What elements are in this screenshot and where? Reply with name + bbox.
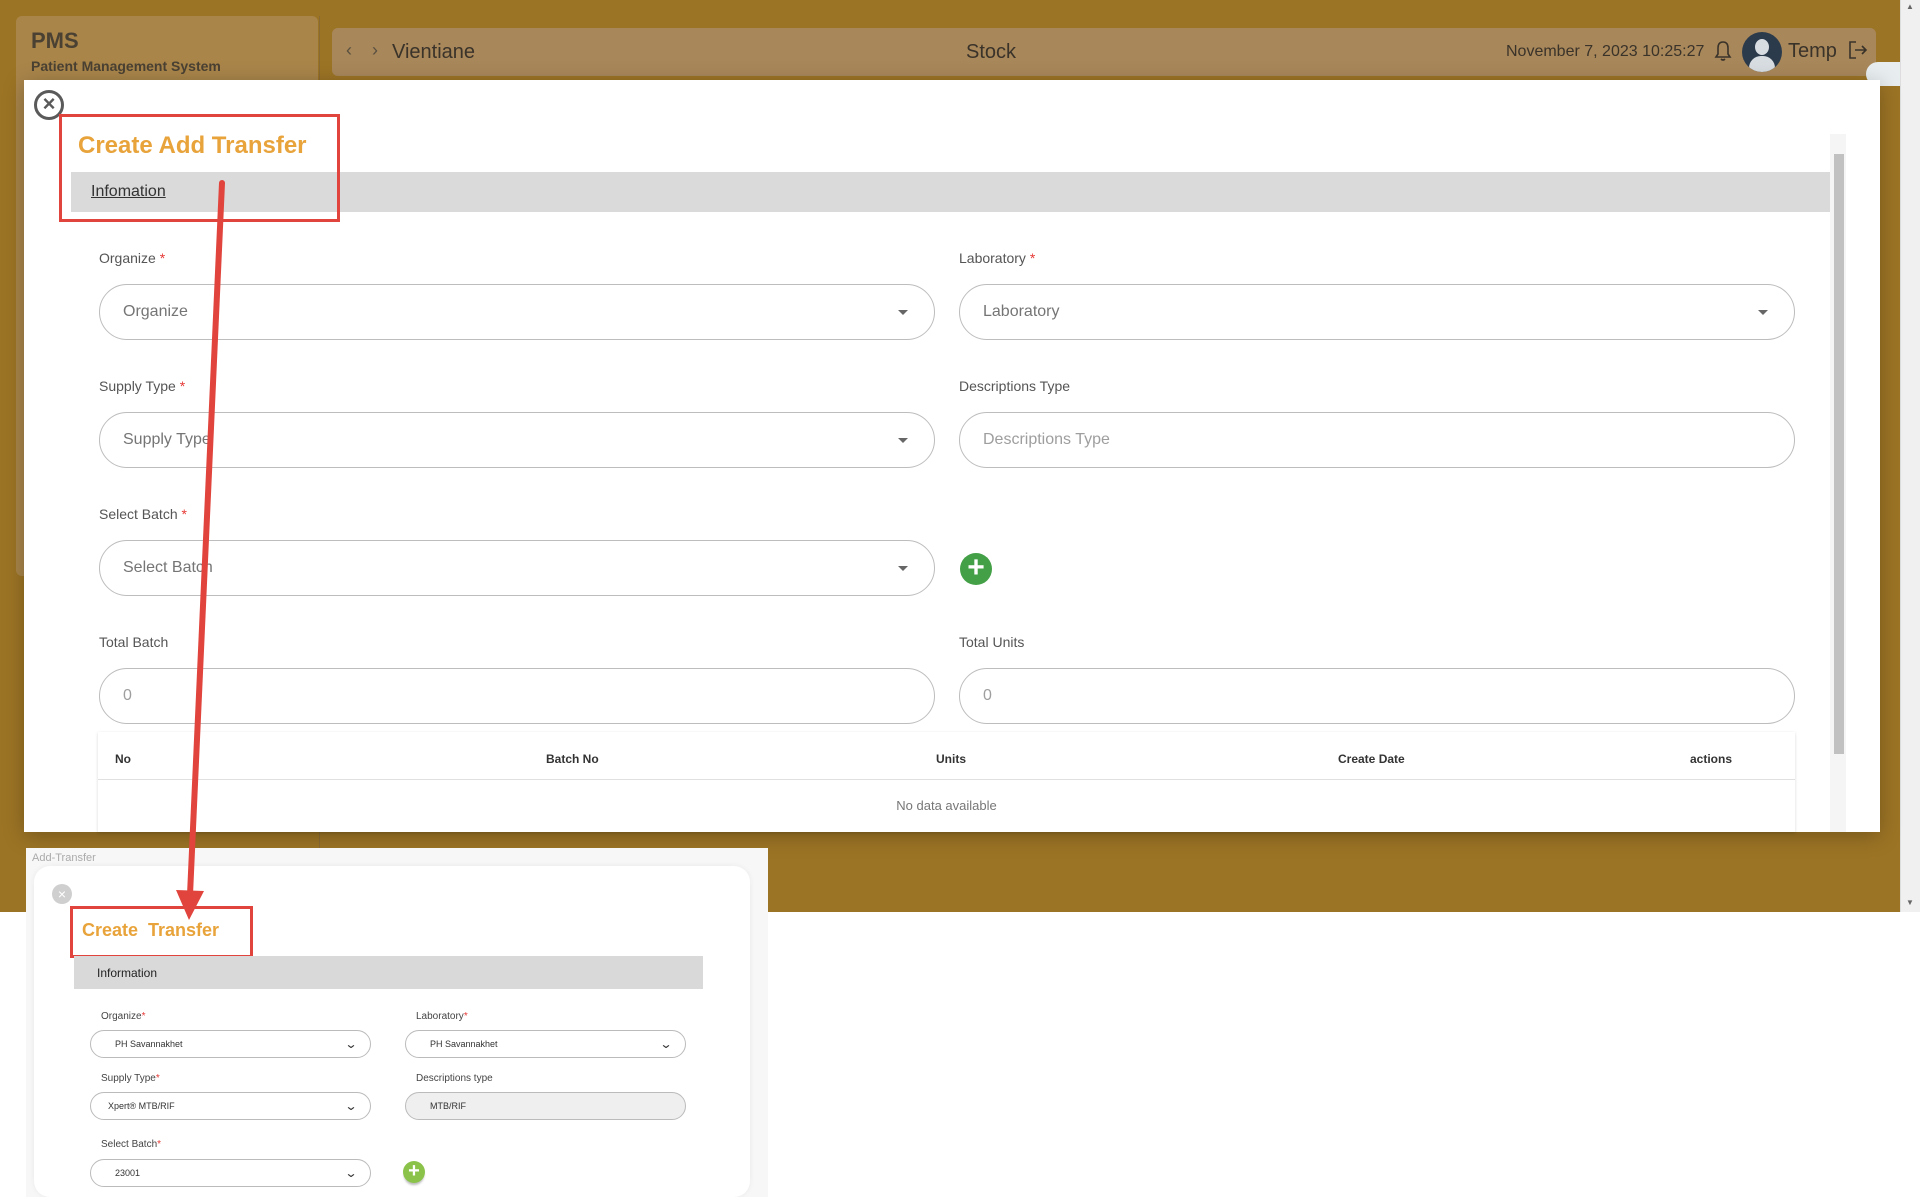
inset-laboratory-select[interactable]: PH Savannakhet ⌄ [405,1030,686,1058]
total-batch-label: Total Batch [99,634,169,650]
page-scrollbar[interactable]: ▲ ▼ [1900,0,1920,912]
inset-tab-bar: Information [74,956,703,989]
organize-select[interactable]: Organize [99,284,935,340]
brand-title: PMS [31,28,79,53]
batch-table: No Batch No Units Create Date actions No… [98,732,1795,832]
plus-icon: + [408,1160,420,1182]
chevron-down-icon: ⌄ [344,1166,358,1180]
logout-icon[interactable] [1848,40,1868,60]
annotation-box [70,906,253,958]
supply-type-select[interactable]: Supply Type [99,412,935,468]
chevron-down-icon: ⌄ [659,1037,673,1051]
table-header[interactable]: Create Date [1338,752,1405,766]
scroll-down-icon[interactable]: ▼ [1906,898,1914,907]
username[interactable]: Temp [1788,40,1837,63]
table-divider [98,779,1795,780]
brand-subtitle: Patient Management System [31,58,221,74]
scrollbar-thumb[interactable] [1834,154,1844,754]
caret-down-icon [898,310,908,315]
datetime: November 7, 2023 10:25:27 [1506,43,1705,60]
laboratory-select[interactable]: Laboratory [959,284,1795,340]
scroll-up-icon[interactable]: ▲ [1906,2,1914,11]
inset-organize-label: Organize* [101,1011,146,1022]
total-batch-input[interactable]: 0 [99,668,935,724]
table-header: actions [1690,752,1733,766]
create-add-transfer-dialog: × Create Add Transfer Infomation Organiz… [24,80,1880,832]
descriptions-type-label: Descriptions Type [959,378,1071,394]
bell-icon[interactable] [1714,40,1732,62]
avatar[interactable] [1742,32,1782,72]
add-batch-button[interactable]: + [960,553,992,585]
descriptions-type-input[interactable]: Descriptions Type [959,412,1795,468]
caret-down-icon [1758,310,1768,315]
chevron-down-icon: ⌄ [344,1037,358,1051]
dialog-scrollbar[interactable] [1830,134,1846,832]
caret-down-icon [898,566,908,571]
inset-supply-type-select[interactable]: Xpert® MTB/RIF ⌄ [90,1092,371,1120]
table-header[interactable]: Units [936,752,966,766]
select-batch-label: Select Batch * [99,506,187,522]
top-bar: ‹ › Vientiane Stock November 7, 2023 10:… [332,28,1876,76]
laboratory-label: Laboratory * [959,250,1036,266]
caret-down-icon [898,438,908,443]
inset-laboratory-label: Laboratory* [416,1011,468,1022]
inset-descriptions-type-input[interactable]: MTB/RIF [405,1092,686,1120]
inset-tag: Add-Transfer [32,852,96,864]
app-window: PMS Patient Management System ‹ › Vienti… [0,0,1920,912]
inset-select-batch-label: Select Batch* [101,1139,162,1150]
chevron-left-icon[interactable]: ‹ [346,40,352,61]
plus-icon: + [967,551,985,584]
chevron-down-icon: ⌄ [344,1099,358,1113]
page-title: Stock [966,41,1017,63]
table-header[interactable]: No [115,752,131,766]
inset-tab-information[interactable]: Information [97,966,157,980]
location-label: Vientiane [392,41,476,63]
organize-label: Organize * [99,250,166,266]
inset-add-batch-button[interactable]: + [403,1161,425,1183]
supply-type-label: Supply Type * [99,378,186,394]
inset-organize-select[interactable]: PH Savannakhet ⌄ [90,1030,371,1058]
total-units-input[interactable]: 0 [959,668,1795,724]
total-units-label: Total Units [959,634,1025,650]
inset-supply-type-label: Supply Type* [101,1073,160,1084]
select-batch-select[interactable]: Select Batch [99,540,935,596]
inset-descriptions-type-label: Descriptions type [416,1073,493,1084]
table-empty-message: No data available [896,798,997,813]
annotation-box [59,114,340,222]
inset-select-batch-select[interactable]: 23001 ⌄ [90,1159,371,1187]
table-header[interactable]: Batch No [546,752,599,766]
close-icon[interactable]: × [52,884,72,904]
chevron-right-icon[interactable]: › [372,40,378,61]
